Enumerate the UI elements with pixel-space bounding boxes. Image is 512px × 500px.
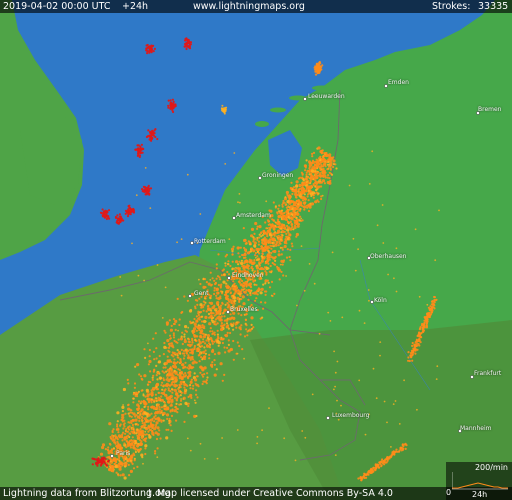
map-datetime: 2019-04-02 00:00 UTC (3, 1, 111, 12)
city-label-rotterdam: Rotterdam (194, 238, 226, 245)
rate-sparkline (452, 472, 508, 490)
city-label-mannheim: Mannheim (460, 425, 492, 432)
city-label-leeuwarden: Leeuwarden (308, 93, 345, 100)
city-label-luxembourg: Luxembourg (332, 412, 370, 419)
attribution-text[interactable]: Lightning data from Blitzortung.org (3, 487, 171, 500)
city-label-oberhausen: Oberhausen (370, 253, 407, 260)
city-marker (227, 276, 231, 280)
city-marker (326, 416, 330, 420)
footer-bar: Lightning data from Blitzortung.org † Ma… (0, 487, 512, 500)
city-marker (110, 454, 114, 458)
city-label-bruxelles: Bruxelles (230, 306, 258, 313)
site-link[interactable]: www.lightningmaps.org (193, 0, 305, 13)
stroke-rate-graph: 200/min 0 24h (446, 462, 512, 500)
city-label-frankfurt: Frankfurt (474, 370, 502, 377)
city-label-bremen: Bremen (478, 106, 502, 113)
lightning-map[interactable] (0, 0, 512, 500)
rate-min-label: 0 (446, 488, 452, 497)
strokes-count: 33335 (478, 1, 509, 12)
city-label-emden: Emden (388, 79, 409, 86)
header-bar: 2019-04-02 00:00 UTC +24h www.lightningm… (0, 0, 512, 13)
city-label-eindhoven: Eindhoven (232, 272, 264, 279)
city-label-paris: Paris (116, 450, 131, 457)
strokes-label: Strokes: (432, 1, 471, 12)
rate-span-label: 24h (472, 490, 488, 499)
city-marker (303, 97, 307, 101)
license-text[interactable]: Map licensed under Creative Commons By-S… (157, 487, 393, 500)
city-marker (188, 294, 192, 298)
city-label-koln: Köln (374, 297, 387, 304)
pin-icon: † (147, 488, 152, 499)
time-window: +24h (122, 1, 149, 12)
city-label-groningen: Groningen (262, 172, 294, 179)
rate-scale-label: 200/min (474, 463, 508, 472)
city-label-amsterdam: Amsterdam (236, 212, 271, 219)
city-label-gent: Gent (194, 290, 209, 297)
